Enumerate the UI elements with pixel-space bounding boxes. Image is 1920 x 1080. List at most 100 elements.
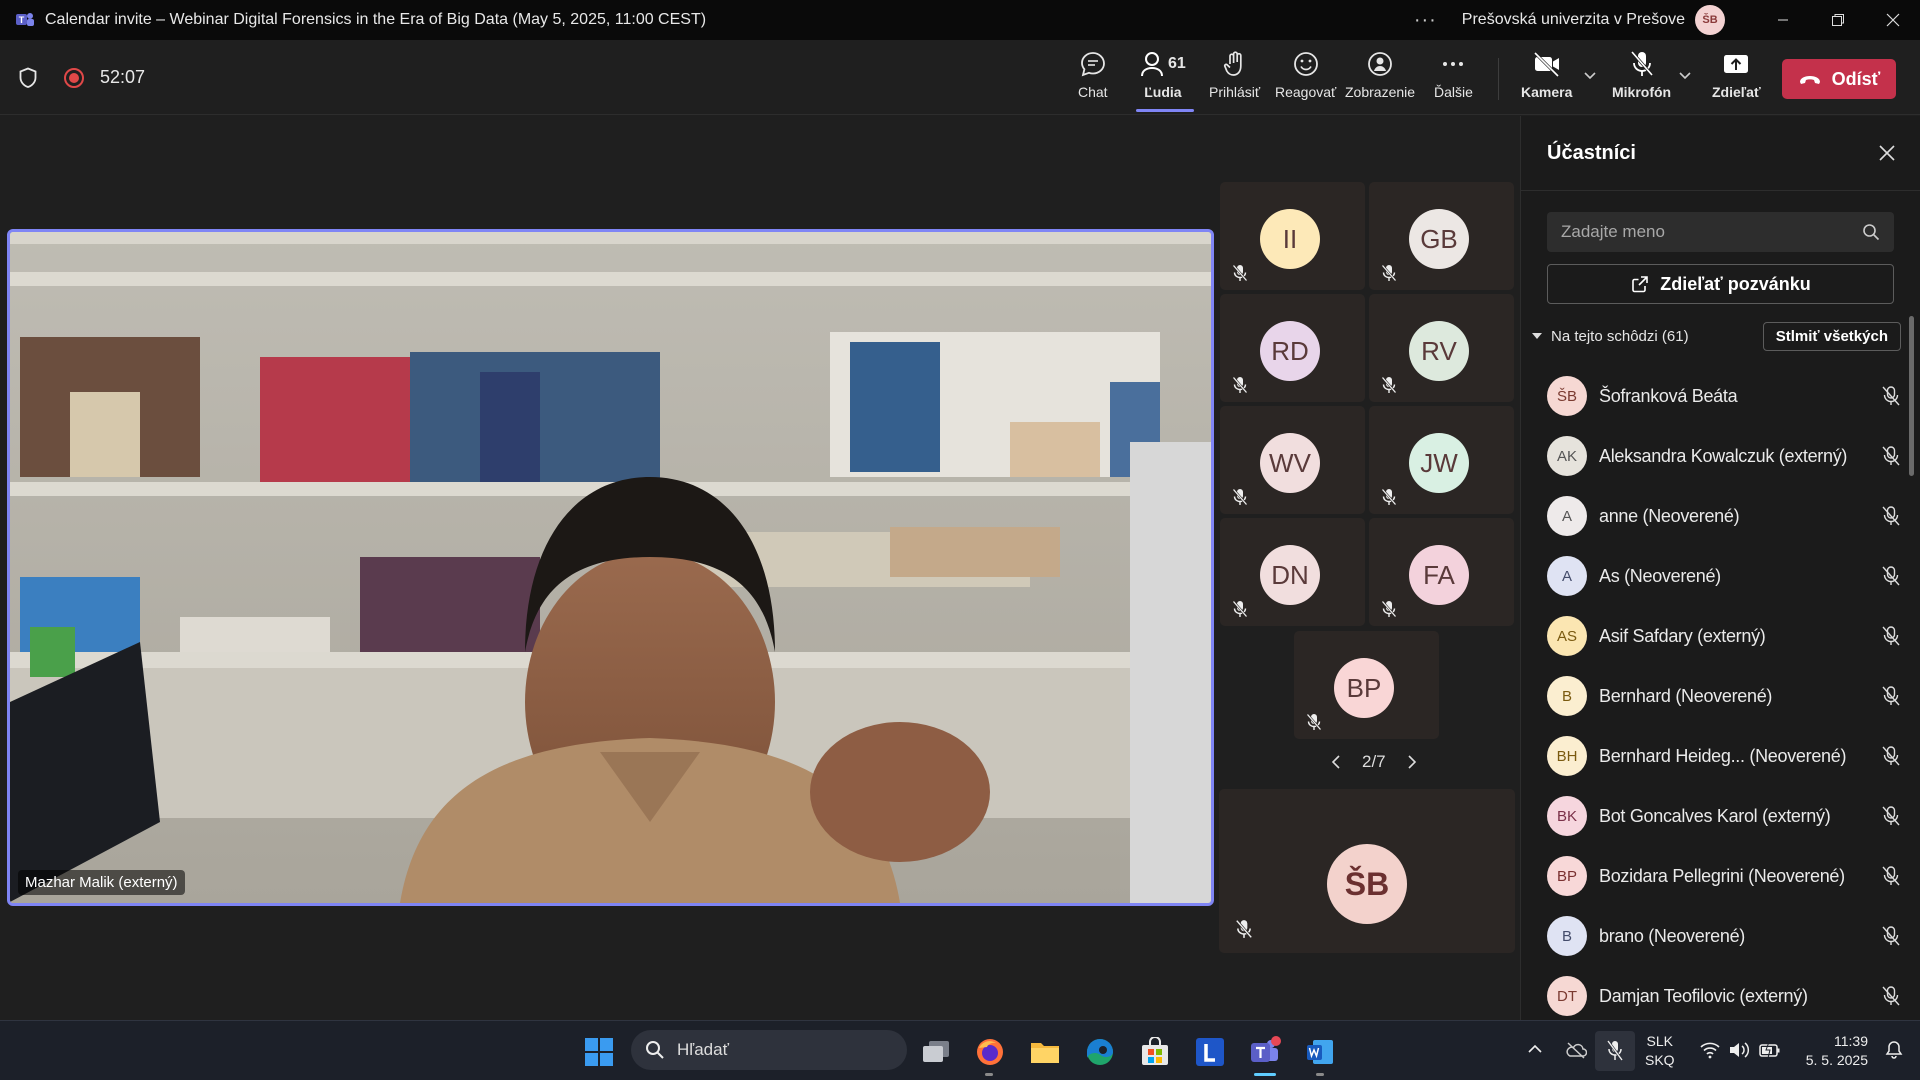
people-button[interactable]: 61 Ľudia [1140,48,1186,108]
mute-all-button[interactable]: Stlmiť všetkých [1762,322,1901,351]
store-icon [1142,1037,1168,1065]
language-code: SLK [1646,1033,1674,1049]
participant-row[interactable]: A As (Neoverené) [1547,546,1912,606]
store-button[interactable] [1137,1034,1173,1070]
battery-icon[interactable] [1759,1041,1781,1059]
mic-muted-tray-button[interactable] [1595,1031,1635,1071]
teams-taskbar-button[interactable] [1247,1034,1283,1070]
start-button[interactable] [581,1034,617,1070]
mic-options-chevron-icon[interactable] [1678,68,1692,84]
participant-tile[interactable]: II [1220,182,1365,290]
edge-icon [1087,1039,1113,1065]
raise-hand-button[interactable]: Prihlásiť [1209,48,1260,108]
speaker-video[interactable]: Mazhar Malik (externý) [7,229,1214,906]
participant-row[interactable]: BH Bernhard Heideg... (Neoverené) [1547,726,1912,786]
participant-avatar: BP [1334,658,1394,718]
participant-row[interactable]: B brano (Neoverené) [1547,906,1912,966]
panel-scrollbar[interactable] [1909,316,1914,476]
participant-search[interactable] [1547,212,1894,252]
participant-tile[interactable]: RV [1369,294,1514,402]
shield-icon[interactable] [18,67,38,89]
taskbar-search[interactable]: Hľadať [631,1030,907,1070]
wifi-icon[interactable] [1700,1041,1720,1059]
notifications-bell-icon[interactable] [1884,1040,1904,1060]
close-window-button[interactable] [1865,0,1920,40]
chevron-left-icon[interactable] [1330,754,1342,770]
muted-mic-icon[interactable] [1880,445,1902,467]
view-button[interactable]: Zobrazenie [1345,48,1415,108]
muted-mic-icon[interactable] [1880,505,1902,527]
muted-mic-icon[interactable] [1880,385,1902,407]
onedrive-icon[interactable] [1565,1041,1587,1059]
muted-mic-icon[interactable] [1880,865,1902,887]
participant-avatar: A [1547,496,1587,536]
react-button[interactable]: Reagovať [1275,48,1336,108]
share-invite-button[interactable]: Zdieľať pozvánku [1547,264,1894,304]
input-language-indicator[interactable]: SLK SKQ [1645,1032,1675,1070]
camera-options-chevron-icon[interactable] [1583,68,1597,84]
self-video-tile[interactable]: ŠB [1219,789,1515,953]
muted-mic-icon[interactable] [1880,565,1902,587]
volume-icon[interactable] [1728,1041,1750,1059]
chevron-right-icon[interactable] [1406,754,1418,770]
leave-button[interactable]: Odísť [1782,59,1896,99]
restore-button[interactable] [1810,0,1865,40]
participant-avatar: GB [1409,209,1469,269]
muted-mic-icon[interactable] [1880,745,1902,767]
participant-row[interactable]: AS Asif Safdary (externý) [1547,606,1912,666]
account-avatar[interactable]: ŠB [1695,5,1725,35]
word-button[interactable] [1302,1034,1338,1070]
system-clock[interactable]: 11:39 5. 5. 2025 [1796,1032,1868,1070]
participant-tile[interactable]: GB [1369,182,1514,290]
speaker-name-tag: Mazhar Malik (externý) [18,870,185,895]
more-icon [1443,62,1464,66]
muted-mic-icon[interactable] [1880,685,1902,707]
participant-avatar: DT [1547,976,1587,1016]
chevron-up-icon[interactable] [1527,1043,1543,1055]
close-panel-icon[interactable] [1878,144,1896,162]
participant-tile[interactable]: RD [1220,294,1365,402]
clock-date: 5. 5. 2025 [1805,1052,1868,1068]
task-view-button[interactable] [918,1034,954,1070]
participant-name: Aleksandra Kowalczuk (externý) [1599,445,1848,466]
muted-mic-icon[interactable] [1880,985,1902,1007]
muted-mic-icon[interactable] [1880,925,1902,947]
participant-tile[interactable]: JW [1369,406,1514,514]
participant-row[interactable]: A anne (Neoverené) [1547,486,1912,546]
more-options-icon[interactable]: ··· [1414,9,1437,32]
recording-icon [64,67,84,88]
participant-tile[interactable]: DN [1220,518,1365,626]
more-button[interactable]: Ďalšie [1434,48,1473,108]
file-explorer-button[interactable] [1027,1034,1063,1070]
search-icon [1863,224,1880,241]
in-meeting-section[interactable]: Na tejto schôdzi (61) Stlmiť všetkých [1531,321,1906,351]
participant-row[interactable]: B Bernhard (Neoverené) [1547,666,1912,726]
microphone-button[interactable]: Mikrofón [1612,48,1671,108]
participant-row[interactable]: DT Damjan Teofilovic (externý) [1547,966,1912,1026]
share-icon [1632,276,1649,293]
chat-button[interactable]: Chat [1078,48,1108,108]
teams-app-icon: T [15,11,35,29]
firefox-button[interactable] [972,1034,1008,1070]
org-name[interactable]: Prešovská univerzita v Prešove [1462,11,1685,29]
participant-search-input[interactable] [1561,222,1862,242]
participant-tile[interactable]: BP [1294,631,1439,739]
participant-avatar: B [1547,676,1587,716]
participant-name: anne (Neoverené) [1599,505,1740,526]
muted-mic-icon [1381,376,1397,394]
participant-row[interactable]: BK Bot Goncalves Karol (externý) [1547,786,1912,846]
participant-row[interactable]: ŠB Šofranková Beáta [1547,366,1912,426]
l-app-button[interactable] [1192,1034,1228,1070]
participant-row[interactable]: BP Bozidara Pellegrini (Neoverené) [1547,846,1912,906]
participant-avatar: BP [1547,856,1587,896]
share-button[interactable]: Zdieľať [1712,48,1761,108]
smiley-icon [1293,52,1318,76]
participant-tile[interactable]: FA [1369,518,1514,626]
edge-button[interactable] [1082,1034,1118,1070]
muted-mic-icon[interactable] [1880,625,1902,647]
camera-button[interactable]: Kamera [1521,48,1572,108]
muted-mic-icon[interactable] [1880,805,1902,827]
participant-tile[interactable]: WV [1220,406,1365,514]
minimize-button[interactable] [1755,0,1810,40]
participant-row[interactable]: AK Aleksandra Kowalczuk (externý) [1547,426,1912,486]
